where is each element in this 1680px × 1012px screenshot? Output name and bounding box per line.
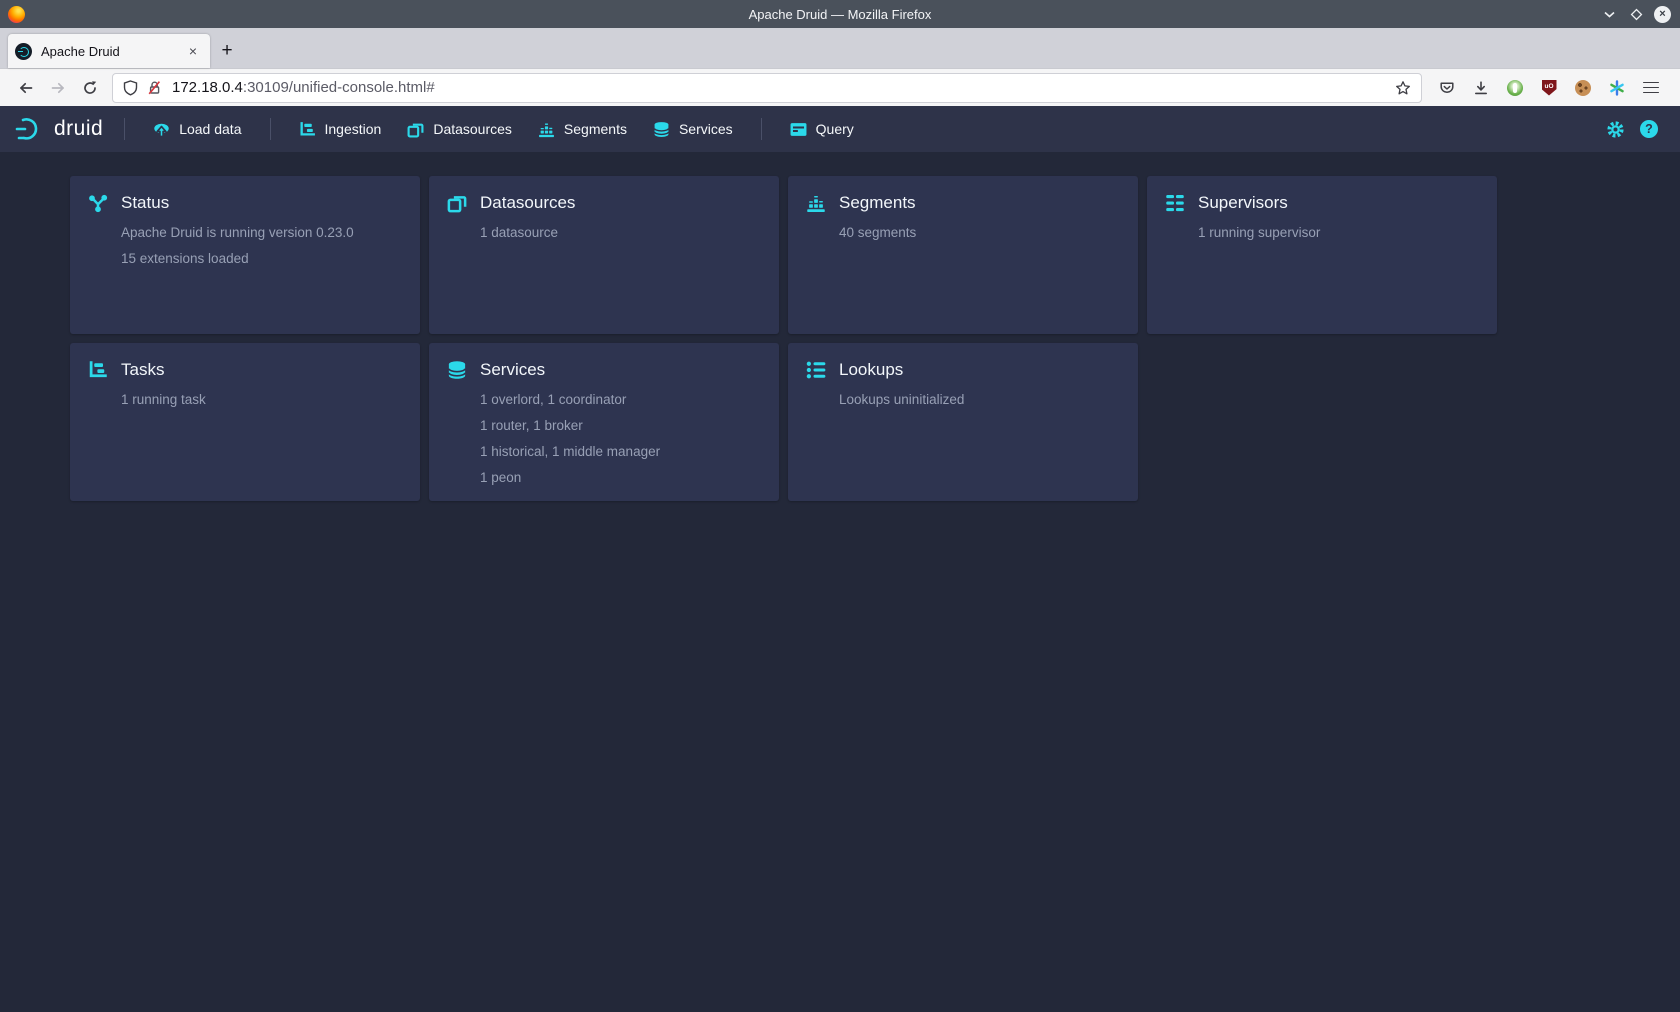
card-line: Apache Druid is running version 0.23.0 (121, 220, 402, 246)
window-minimize-icon[interactable] (1600, 5, 1618, 23)
bookmark-star-icon[interactable] (1395, 80, 1411, 96)
nav-label: Ingestion (325, 121, 382, 137)
new-tab-button[interactable]: + (210, 34, 244, 68)
gantt-chart-icon (299, 121, 316, 138)
card-datasources[interactable]: Datasources 1 datasource (429, 176, 779, 334)
druid-logo[interactable]: druid (14, 116, 103, 142)
double-list-icon (1165, 193, 1185, 213)
upload-icon (153, 121, 170, 138)
card-line: 1 historical, 1 middle manager (480, 439, 761, 465)
stacked-bar-chart-icon (806, 193, 826, 213)
card-title: Lookups (839, 360, 903, 380)
back-button[interactable] (10, 72, 42, 104)
multi-panel-icon (447, 193, 467, 213)
card-title: Tasks (121, 360, 164, 380)
stacked-bar-chart-icon (538, 121, 555, 138)
extension-green-icon[interactable] (1500, 73, 1530, 103)
card-supervisors[interactable]: Supervisors 1 running supervisor (1147, 176, 1497, 334)
nav-datasources[interactable]: Datasources (407, 121, 512, 138)
downloads-icon[interactable] (1466, 73, 1496, 103)
nav-divider (270, 118, 271, 140)
nav-segments[interactable]: Segments (538, 121, 627, 138)
nav-query[interactable]: Query (790, 121, 854, 138)
card-line: 1 running supervisor (1198, 220, 1479, 246)
card-line: 1 peon (480, 465, 761, 491)
multi-panel-icon (407, 121, 424, 138)
card-title: Datasources (480, 193, 575, 213)
help-button[interactable]: ? (1640, 120, 1658, 138)
tracking-shield-icon[interactable] (123, 80, 138, 96)
menu-hamburger-icon[interactable] (1636, 73, 1666, 103)
console-icon (790, 121, 807, 138)
nav-divider (761, 118, 762, 140)
tab-title: Apache Druid (41, 44, 183, 59)
reload-button[interactable] (74, 72, 106, 104)
druid-favicon-icon (15, 43, 32, 60)
card-line: 1 router, 1 broker (480, 413, 761, 439)
card-line: 15 extensions loaded (121, 246, 402, 272)
druid-logo-icon (14, 116, 46, 142)
nav-label: Datasources (433, 121, 512, 137)
window-titlebar: Apache Druid — Mozilla Firefox × (0, 0, 1680, 28)
druid-logo-text: druid (54, 117, 103, 141)
insecure-lock-icon[interactable] (147, 80, 162, 96)
card-line: 1 overlord, 1 coordinator (480, 387, 761, 413)
card-segments[interactable]: Segments 40 segments (788, 176, 1138, 334)
card-title: Segments (839, 193, 916, 213)
card-services[interactable]: Services 1 overlord, 1 coordinator 1 rou… (429, 343, 779, 501)
ublock-origin-icon[interactable]: uO (1534, 73, 1564, 103)
url-path: :30109/unified-console.html# (243, 79, 435, 96)
database-icon (653, 121, 670, 138)
tab-apache-druid[interactable]: Apache Druid × (8, 34, 210, 68)
card-lookups[interactable]: Lookups Lookups uninitialized (788, 343, 1138, 501)
nav-divider (124, 118, 125, 140)
tab-close-button[interactable]: × (183, 43, 203, 59)
card-status[interactable]: Status Apache Druid is running version 0… (70, 176, 420, 334)
nav-label: Query (816, 121, 854, 137)
browser-toolbar: 172.18.0.4 :30109/unified-console.html# … (0, 68, 1680, 106)
card-line: 1 running task (121, 387, 402, 413)
card-title: Supervisors (1198, 193, 1288, 213)
cookie-extension-icon[interactable] (1568, 73, 1598, 103)
card-line: Lookups uninitialized (839, 387, 1120, 413)
card-line: 40 segments (839, 220, 1120, 246)
gantt-chart-icon (88, 360, 108, 380)
window-close-button[interactable]: × (1654, 6, 1671, 23)
nav-label: Load data (179, 121, 241, 137)
nav-label: Segments (564, 121, 627, 137)
nav-ingestion[interactable]: Ingestion (299, 121, 382, 138)
card-line: 1 datasource (480, 220, 761, 246)
graph-icon (88, 193, 108, 213)
card-title: Status (121, 193, 169, 213)
status-card-grid: Status Apache Druid is running version 0… (70, 176, 1506, 501)
nav-load-data[interactable]: Load data (153, 121, 241, 138)
settings-gear-icon[interactable] (1606, 120, 1625, 139)
database-icon (447, 360, 467, 380)
window-maximize-icon[interactable] (1627, 5, 1645, 23)
pocket-icon[interactable] (1432, 73, 1462, 103)
card-title: Services (480, 360, 545, 380)
extension-asterisk-icon[interactable] (1602, 73, 1632, 103)
nav-label: Services (679, 121, 733, 137)
nav-services[interactable]: Services (653, 121, 733, 138)
druid-header: druid Load data Ingestion Datasources (0, 106, 1680, 152)
url-host: 172.18.0.4 (172, 79, 243, 96)
properties-list-icon (806, 360, 826, 380)
tab-bar: Apache Druid × + (0, 28, 1680, 68)
home-view: Status Apache Druid is running version 0… (0, 152, 1680, 1012)
card-tasks[interactable]: Tasks 1 running task (70, 343, 420, 501)
forward-button[interactable] (42, 72, 74, 104)
window-title: Apache Druid — Mozilla Firefox (0, 7, 1680, 22)
url-bar[interactable]: 172.18.0.4 :30109/unified-console.html# (112, 73, 1422, 103)
